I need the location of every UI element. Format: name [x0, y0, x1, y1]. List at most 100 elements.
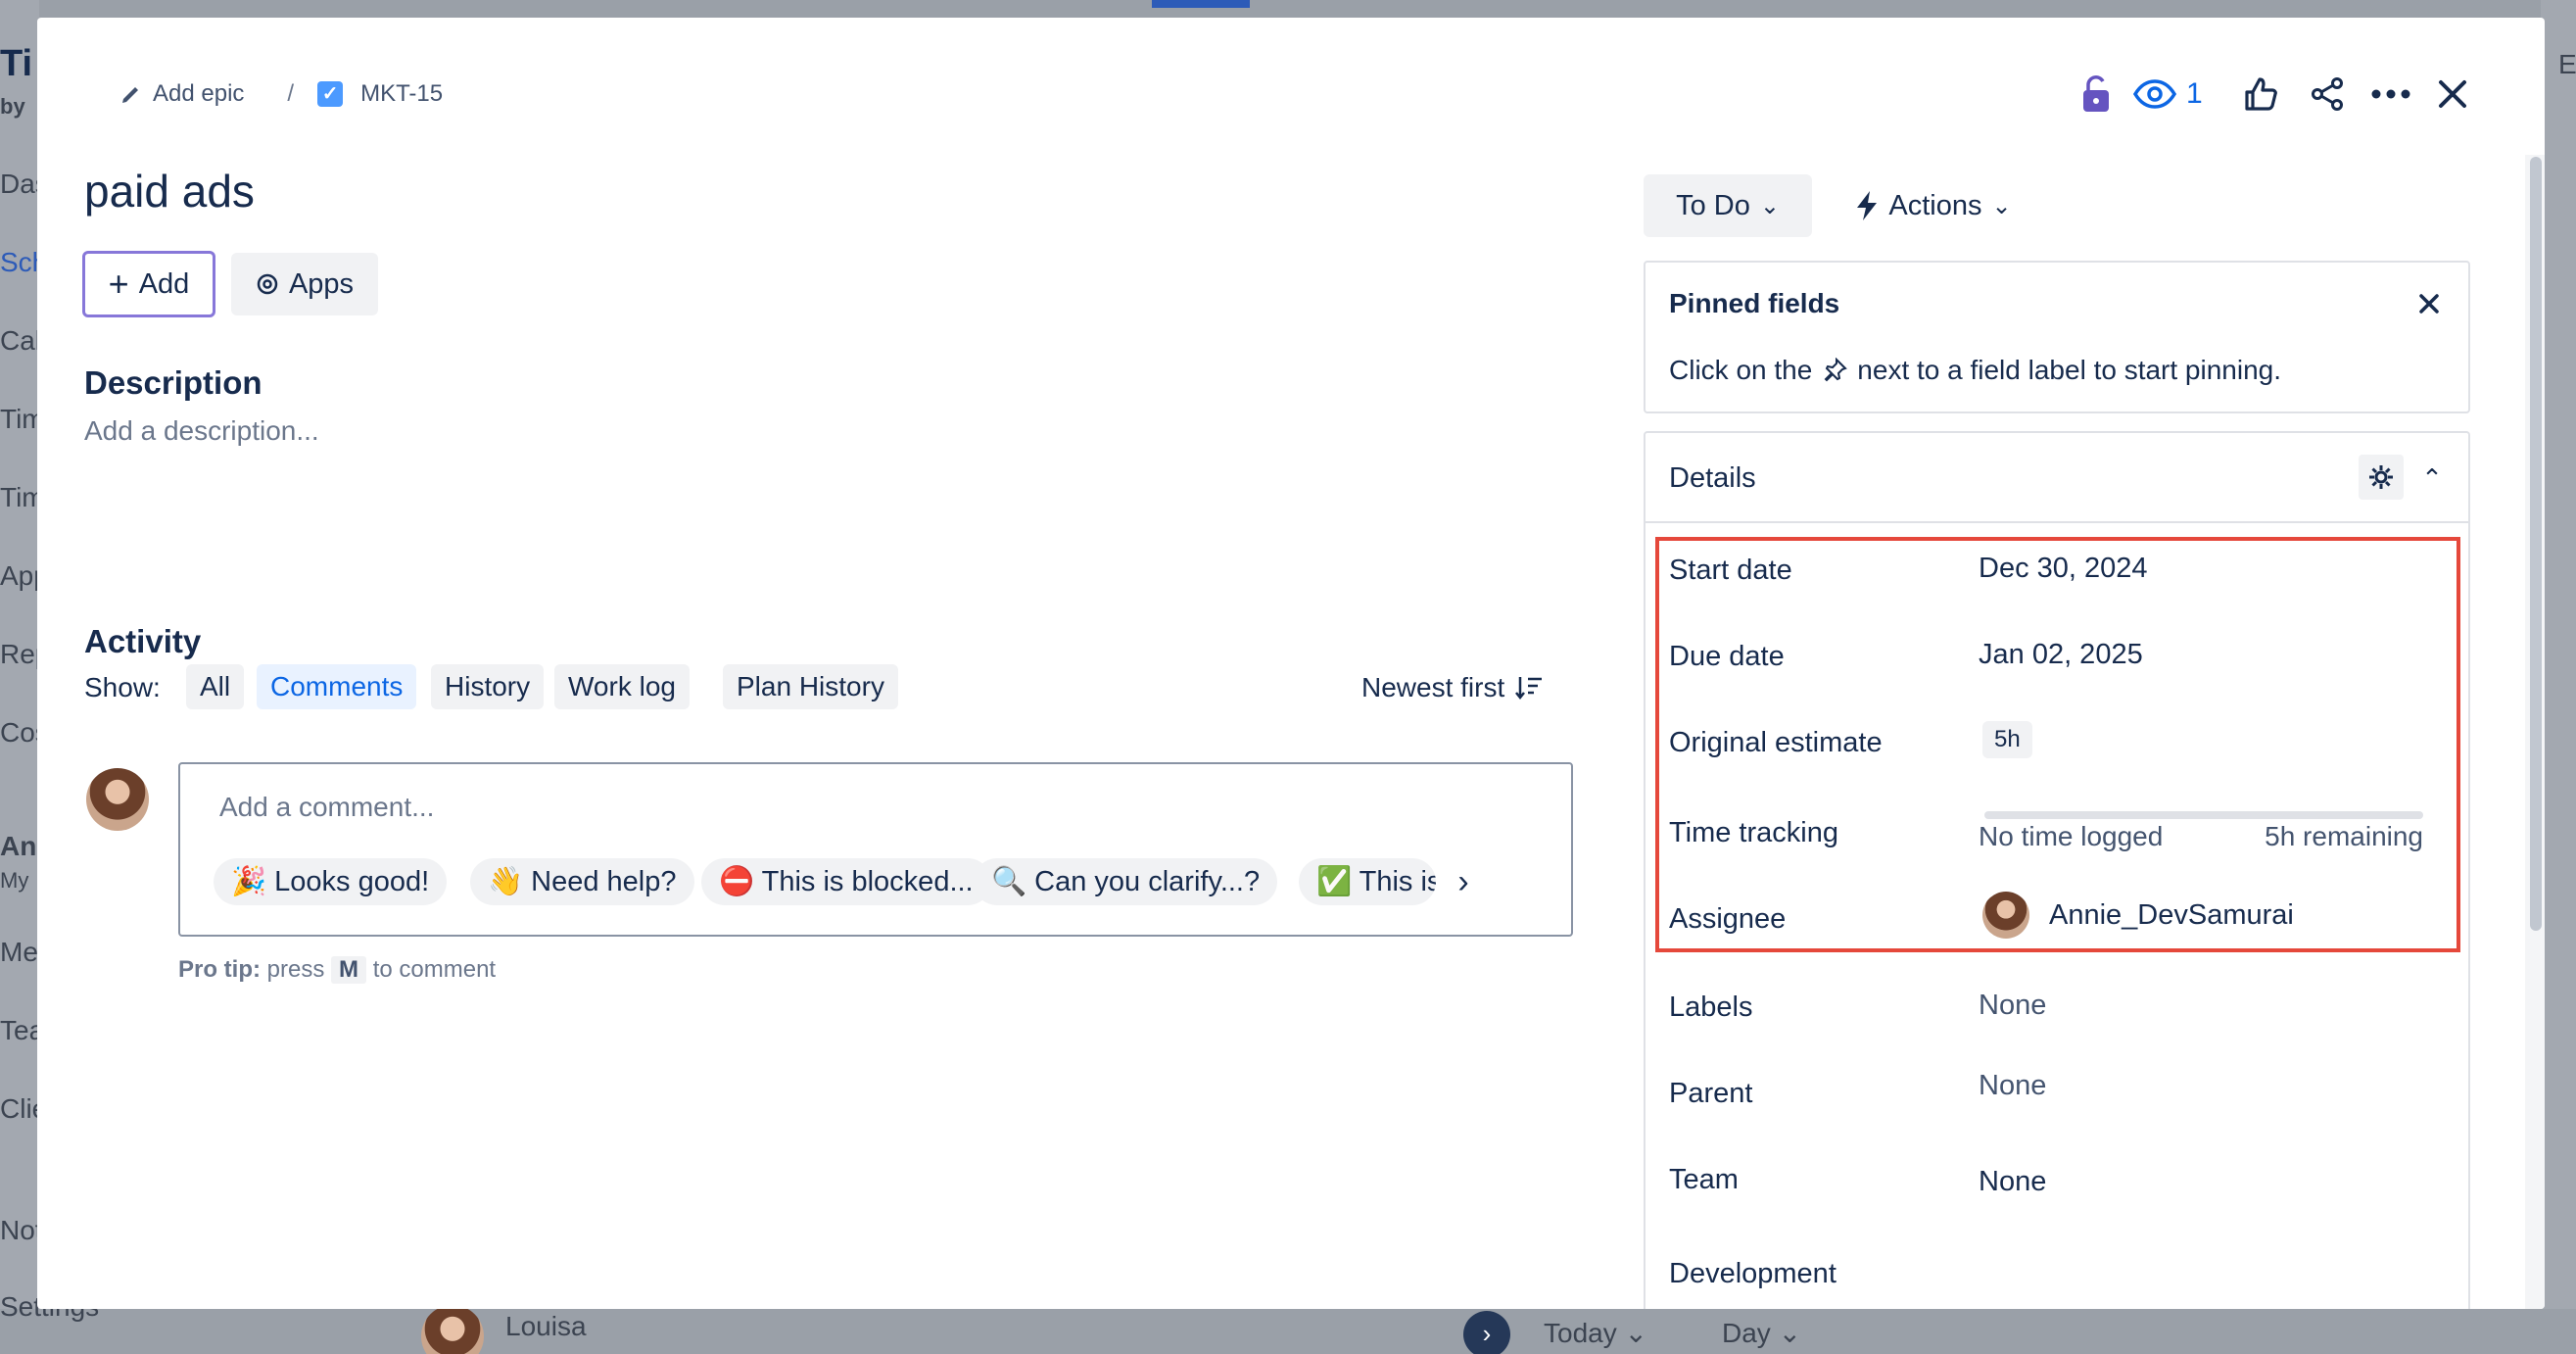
- pro-tip-text: to comment: [372, 956, 497, 983]
- labels-label: Labels: [1669, 991, 1753, 1023]
- bg-today-select[interactable]: Today ⌄: [1544, 1317, 1647, 1349]
- original-estimate-value[interactable]: 5h: [1982, 721, 2032, 758]
- share-icon[interactable]: [2306, 73, 2349, 116]
- close-icon[interactable]: [2431, 73, 2474, 116]
- background-bottom-bar: [0, 1309, 2576, 1354]
- team-label: Team: [1669, 1164, 1739, 1195]
- pinned-fields-panel: Pinned fields Click on the next to a fie…: [1644, 261, 2470, 413]
- quick-reply-this-is[interactable]: ✅ This is: [1299, 858, 1436, 905]
- issue-title[interactable]: paid ads: [84, 165, 255, 218]
- filter-work-log[interactable]: Work log: [554, 664, 690, 709]
- bg-tab-indicator: [1152, 0, 1250, 8]
- chevron-right-icon[interactable]: ›: [1444, 862, 1483, 901]
- quick-reply-looks-good[interactable]: 🎉 Looks good!: [214, 858, 448, 905]
- start-date-value[interactable]: Dec 30, 2024: [1979, 553, 2148, 585]
- activity-heading: Activity: [84, 623, 202, 659]
- bg-view-select[interactable]: Day ⌄: [1722, 1317, 1801, 1349]
- original-estimate-label: Original estimate: [1669, 727, 1883, 758]
- bg-right-text: E: [2558, 49, 2576, 79]
- filter-comments[interactable]: Comments: [257, 664, 417, 709]
- sort-button[interactable]: Newest first: [1361, 672, 1544, 703]
- pinned-fields-hint: Click on the next to a field label to st…: [1669, 355, 2281, 386]
- background-right-panel: [2541, 0, 2576, 1354]
- comment-box[interactable]: Add a comment... 🎉 Looks good! 👋 Need he…: [178, 762, 1573, 937]
- pro-tip: Pro tip: press M to comment: [178, 956, 496, 984]
- assignee-value[interactable]: Annie_DevSamurai: [1982, 892, 2294, 939]
- time-tracking-label: Time tracking: [1669, 817, 1838, 848]
- status-dropdown[interactable]: To Do ⌄: [1644, 174, 1812, 237]
- bg-nav-item: My: [0, 868, 29, 893]
- chevron-down-icon: ⌄: [1759, 192, 1780, 219]
- assignee-label: Assignee: [1669, 903, 1787, 935]
- scrollbar-thumb[interactable]: [2530, 157, 2542, 931]
- pro-tip-label: Pro tip:: [178, 956, 261, 983]
- plus-icon: +: [108, 264, 129, 304]
- filter-plan-history[interactable]: Plan History: [723, 664, 898, 709]
- background-sidebar: [0, 0, 39, 1354]
- chevron-down-icon: ⌄: [1991, 192, 2012, 219]
- development-label: Development: [1669, 1258, 1837, 1289]
- watch-button[interactable]: 1: [2133, 73, 2203, 116]
- chevron-right-icon[interactable]: ›: [1463, 1311, 1510, 1354]
- filter-all[interactable]: All: [186, 664, 245, 709]
- time-tracking-bar[interactable]: [1984, 811, 2423, 819]
- description-input[interactable]: Add a description...: [84, 415, 319, 447]
- filter-history[interactable]: History: [431, 664, 545, 709]
- issue-modal: Add epic / ✓ MKT-15 1 paid ads + Add App…: [37, 18, 2545, 1309]
- current-user-avatar: [86, 768, 149, 831]
- close-icon[interactable]: [2411, 286, 2447, 321]
- actions-label: Actions: [1888, 189, 1982, 221]
- bg-app-title: Ti: [0, 43, 33, 84]
- quick-reply-clarify[interactable]: 🔍 Can you clarify...?: [974, 858, 1278, 905]
- assignee-avatar: [1982, 892, 2029, 939]
- parent-value[interactable]: None: [1979, 1070, 2046, 1102]
- quick-reply-blocked[interactable]: ⛔ This is blocked...: [701, 858, 991, 905]
- sort-label: Newest first: [1361, 672, 1505, 702]
- pinned-hint-text: next to a field label to start pinning.: [1857, 355, 2282, 385]
- assignee-name: Annie_DevSamurai: [2049, 898, 2294, 931]
- details-header[interactable]: [1646, 433, 2468, 523]
- lightning-icon: [1855, 190, 1879, 221]
- due-date-value[interactable]: Jan 02, 2025: [1979, 639, 2143, 671]
- time-remaining: 5h remaining: [2265, 821, 2423, 851]
- watch-count: 1: [2186, 77, 2203, 110]
- pinned-fields-title: Pinned fields: [1669, 288, 1840, 318]
- breadcrumb-separator: /: [287, 80, 295, 107]
- actions-dropdown[interactable]: Actions ⌄: [1836, 174, 2031, 237]
- comment-input[interactable]: Add a comment...: [219, 792, 434, 823]
- description-heading: Description: [84, 364, 262, 401]
- issue-key-link[interactable]: MKT-15: [360, 80, 443, 108]
- add-button[interactable]: + Add: [82, 251, 215, 317]
- sort-icon: [1514, 675, 1544, 701]
- add-button-label: Add: [138, 267, 190, 300]
- status-label: To Do: [1676, 189, 1750, 221]
- task-type-icon: ✓: [317, 81, 344, 107]
- lock-icon[interactable]: [2075, 73, 2118, 116]
- apps-button[interactable]: Apps: [231, 253, 378, 315]
- pencil-icon: [119, 82, 143, 106]
- start-date-label: Start date: [1669, 555, 1792, 586]
- details-title: Details: [1669, 462, 1756, 494]
- show-label: Show:: [84, 672, 161, 702]
- due-date-label: Due date: [1669, 641, 1785, 672]
- bg-subtitle: by: [0, 94, 25, 119]
- parent-label: Parent: [1669, 1078, 1753, 1109]
- add-epic-link[interactable]: Add epic: [153, 80, 244, 108]
- breadcrumb: Add epic / ✓ MKT-15: [119, 80, 443, 108]
- chevron-up-icon[interactable]: ⌃: [2417, 459, 2447, 498]
- eye-icon: [2133, 78, 2176, 110]
- shortcut-key: M: [331, 956, 367, 984]
- labels-value[interactable]: None: [1979, 990, 2046, 1022]
- apps-button-label: Apps: [288, 267, 355, 300]
- more-icon[interactable]: [2368, 73, 2413, 116]
- pin-icon: [1822, 358, 1848, 383]
- apps-icon: [256, 272, 279, 296]
- thumbs-up-icon[interactable]: [2239, 73, 2282, 116]
- bg-user-name: Louisa: [505, 1311, 587, 1341]
- pinned-hint-text: Click on the: [1669, 355, 1813, 385]
- pro-tip-text: press: [266, 956, 325, 983]
- gear-icon[interactable]: [2359, 455, 2404, 500]
- quick-reply-need-help[interactable]: 👋 Need help?: [470, 858, 694, 905]
- time-logged: No time logged: [1979, 821, 2164, 851]
- team-value[interactable]: None: [1979, 1166, 2046, 1198]
